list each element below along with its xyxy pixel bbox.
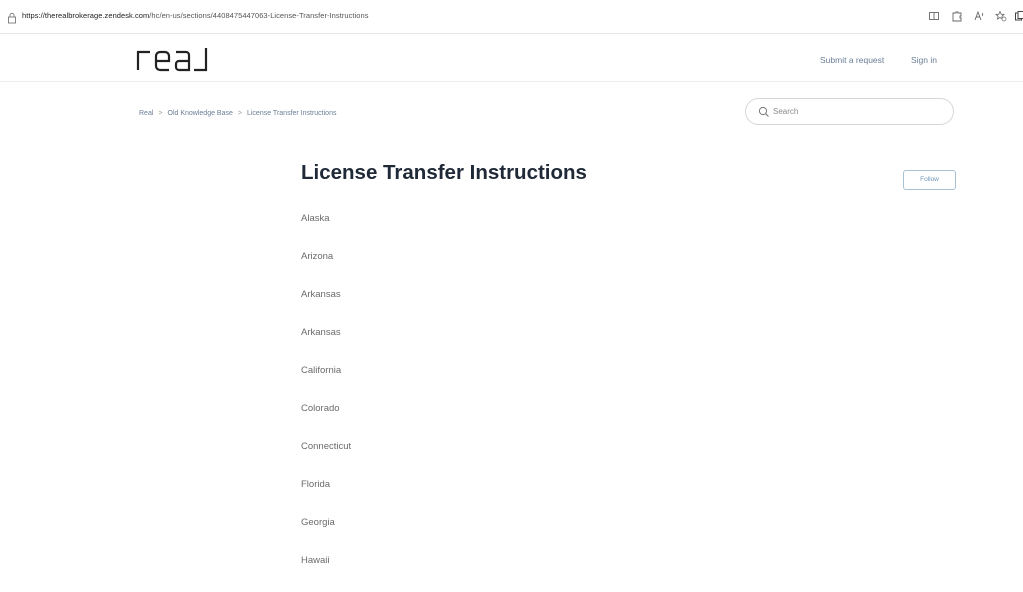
reading-view-icon[interactable] [928,10,940,22]
article-link-arizona[interactable]: Arizona [301,251,333,262]
article-link-arkansas-2[interactable]: Arkansas [301,327,341,338]
breadcrumb-separator: > [158,110,163,117]
search-placeholder: Search [773,107,799,116]
address-bar[interactable]: https://therealbrokerage.zendesk.com/hc/… [22,11,369,20]
lock-icon[interactable] [7,12,17,24]
extensions-icon[interactable] [951,10,963,22]
url-host: https://therealbrokerage.zendesk.com [22,11,150,20]
article-link-connecticut[interactable]: Connecticut [301,441,351,452]
article-link-arkansas[interactable]: Arkansas [301,289,341,300]
search-icon [758,106,769,117]
breadcrumb-item-old-knowledge-base[interactable]: Old Knowledge Base [168,110,233,117]
follow-button[interactable]: Follow [903,170,956,190]
breadcrumb: Real > Old Knowledge Base > License Transfer… [139,110,336,117]
article-list: Alaska Arizona Arkansas Arkansas Califor… [301,212,351,592]
article-link-california[interactable]: California [301,365,341,376]
browser-toolbar: https://therealbrokerage.zendesk.com/hc/… [0,0,1023,34]
article-link-georgia[interactable]: Georgia [301,517,335,528]
submit-request-link[interactable]: Submit a request [820,55,884,65]
sign-in-link[interactable]: Sign in [911,55,937,65]
page-title: License Transfer Instructions [301,161,587,184]
favorites-icon[interactable] [995,10,1007,22]
article-link-florida[interactable]: Florida [301,479,330,490]
collections-icon[interactable] [1014,10,1023,22]
article-link-colorado[interactable]: Colorado [301,403,340,414]
search-input[interactable]: Search [745,98,954,125]
article-link-alaska[interactable]: Alaska [301,213,330,224]
breadcrumb-separator: > [237,110,242,117]
read-aloud-icon[interactable] [973,10,985,22]
article-link-hawaii[interactable]: Hawaii [301,555,330,566]
breadcrumb-item-real[interactable]: Real [139,110,153,117]
breadcrumb-item-current[interactable]: License Transfer Instructions [247,110,337,117]
real-logo[interactable]: real [136,44,220,74]
url-path: /hc/en-us/sections/4408475447063-License… [149,11,369,20]
